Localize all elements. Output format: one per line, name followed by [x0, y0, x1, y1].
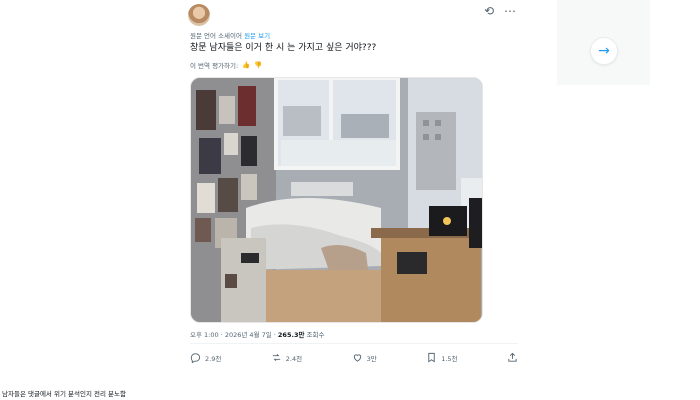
like-button[interactable]: 3만 [352, 352, 377, 363]
view-count: 265.3만 [277, 331, 305, 339]
tweet-card: ⟲ ⋯ 원문 언어 소세이어 원문 보기 창문 남자들은 이거 한 시 는 가지… [178, 0, 530, 375]
caption-text: 남자들은 댓글에서 위기 분석인지 전리 분노함 [2, 390, 126, 398]
share-button[interactable] [507, 352, 518, 363]
repost-icon[interactable]: ⟲ [484, 4, 494, 18]
view-label: 조회수 [304, 331, 325, 339]
repost-action-icon [272, 353, 280, 362]
tweet-photo[interactable] [190, 77, 483, 323]
bookmark-icon [428, 352, 435, 363]
like-count: 3만 [366, 354, 377, 363]
more-icon[interactable]: ⋯ [504, 4, 516, 18]
thumbs-down-icon[interactable]: 👎 [254, 61, 262, 69]
tweet-top-actions: ⟲ ⋯ [484, 4, 516, 18]
repost-button[interactable]: 2.4천 [271, 352, 302, 363]
rate-translation: 이 번역 평가하기: 👍 👎 [190, 60, 262, 70]
thumbs-up-icon[interactable]: 👍 [242, 61, 250, 69]
room-photo [191, 78, 482, 322]
translation-prefix: 원문 언어 소세이어 [190, 32, 242, 40]
bookmark-button[interactable]: 1.5천 [426, 352, 458, 363]
reply-button[interactable]: 2.9천 [190, 352, 221, 363]
bookmark-count: 1.5천 [441, 354, 458, 363]
arrow-right-icon: → [598, 43, 610, 59]
repost-count: 2.4천 [285, 354, 303, 363]
divider-top [190, 343, 518, 344]
avatar[interactable] [188, 4, 210, 26]
reply-icon [190, 353, 201, 363]
tweet-meta: 오후 1:00 · 2026년 4월 7일 · 265.3만 조회수 [190, 329, 324, 339]
share-icon [508, 352, 517, 362]
show-original-link[interactable]: 원문 보기 [244, 32, 270, 40]
rate-label: 이 번역 평가하기: [190, 62, 239, 70]
tweet-text: 창문 남자들은 이거 한 시 는 가지고 싶은 거야??? [190, 43, 377, 53]
next-button[interactable]: → [590, 37, 618, 65]
reply-count: 2.9천 [205, 354, 222, 363]
like-icon [353, 354, 361, 362]
translation-notice: 원문 언어 소세이어 원문 보기 [190, 30, 270, 40]
tweet-actions: 2.9천 2.4천 3만 1.5천 [190, 352, 518, 363]
tweet-timestamp[interactable]: 오후 1:00 · 2026년 4월 7일 · [190, 331, 278, 339]
